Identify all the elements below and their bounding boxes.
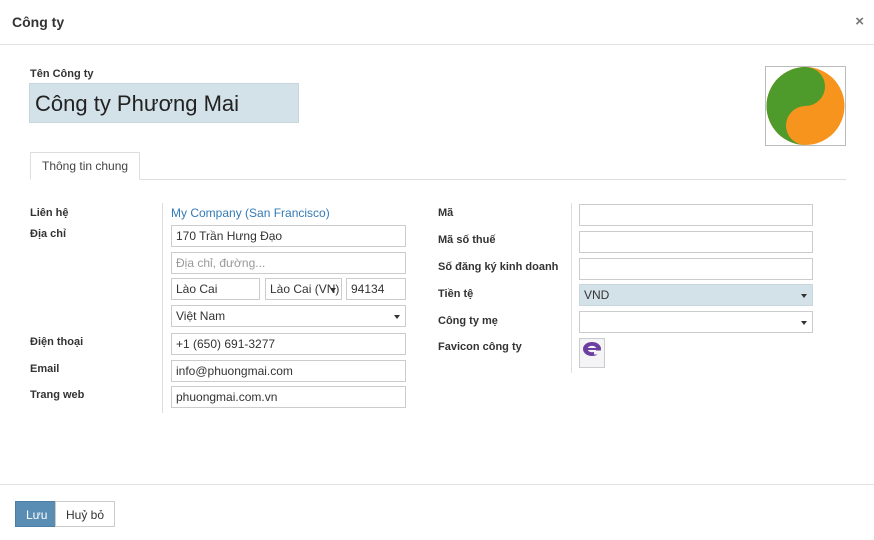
dialog-header: Công ty × xyxy=(0,0,874,45)
company-name-input[interactable]: Công ty Phương Mai xyxy=(29,83,299,123)
right-divider xyxy=(571,203,572,373)
chevron-down-icon xyxy=(801,321,807,325)
website-label: Trang web xyxy=(30,389,85,401)
email-input[interactable]: info@phuongmai.com xyxy=(171,360,406,382)
state-value: Lào Cai (VN) xyxy=(270,282,340,296)
logo-icon xyxy=(766,67,845,145)
favicon-e-icon xyxy=(583,342,602,356)
state-select[interactable]: Lào Cai (VN) xyxy=(265,278,342,300)
phone-input[interactable]: +1 (650) 691-3277 xyxy=(171,333,406,355)
save-button[interactable]: Lưu xyxy=(15,501,59,527)
close-icon[interactable]: × xyxy=(855,13,864,30)
registration-input[interactable] xyxy=(579,258,813,280)
address-label: Địa chỉ xyxy=(30,228,67,240)
parent-company-select[interactable] xyxy=(579,311,813,333)
company-logo[interactable] xyxy=(765,66,846,146)
country-select[interactable]: Việt Nam xyxy=(171,305,406,327)
favicon-label: Favicon công ty xyxy=(438,341,522,353)
contact-label: Liên hệ xyxy=(30,207,69,219)
tax-input[interactable] xyxy=(579,231,813,253)
currency-label: Tiền tệ xyxy=(438,288,474,300)
form-tabs: Thông tin chung xyxy=(30,152,846,180)
left-divider xyxy=(162,203,163,413)
phone-label: Điện thoại xyxy=(30,336,84,348)
tab-general-info[interactable]: Thông tin chung xyxy=(30,152,141,180)
currency-select[interactable]: VND xyxy=(579,284,813,306)
code-label: Mã xyxy=(438,207,454,219)
chevron-down-icon xyxy=(330,288,336,292)
company-name-label: Tên Công ty xyxy=(30,68,94,80)
country-value: Việt Nam xyxy=(176,309,226,323)
currency-value: VND xyxy=(584,288,610,302)
email-label: Email xyxy=(30,363,60,375)
website-input[interactable]: phuongmai.com.vn xyxy=(171,386,406,408)
chevron-down-icon xyxy=(801,294,807,298)
chevron-down-icon xyxy=(394,315,400,319)
contact-link[interactable]: My Company (San Francisco) xyxy=(171,206,330,220)
tax-label: Mã số thuế xyxy=(438,234,496,246)
street2-input[interactable]: Địa chỉ, đường... xyxy=(171,252,406,274)
zip-input[interactable]: 94134 xyxy=(346,278,406,300)
company-dialog: Công ty × Tên Công ty Công ty Phương Mai… xyxy=(0,0,874,540)
street-input[interactable]: 170 Trần Hưng Đạo xyxy=(171,225,406,247)
code-input[interactable] xyxy=(579,204,813,226)
favicon-image[interactable] xyxy=(579,338,605,368)
dialog-title: Công ty xyxy=(12,14,65,30)
cancel-button[interactable]: Huỷ bỏ xyxy=(55,501,116,527)
city-input[interactable]: Lào Cai xyxy=(171,278,260,300)
parent-company-label: Công ty mẹ xyxy=(438,315,498,327)
registration-label: Số đăng ký kinh doanh xyxy=(438,261,559,273)
dialog-footer: Lưu Huỷ bỏ xyxy=(0,484,874,540)
